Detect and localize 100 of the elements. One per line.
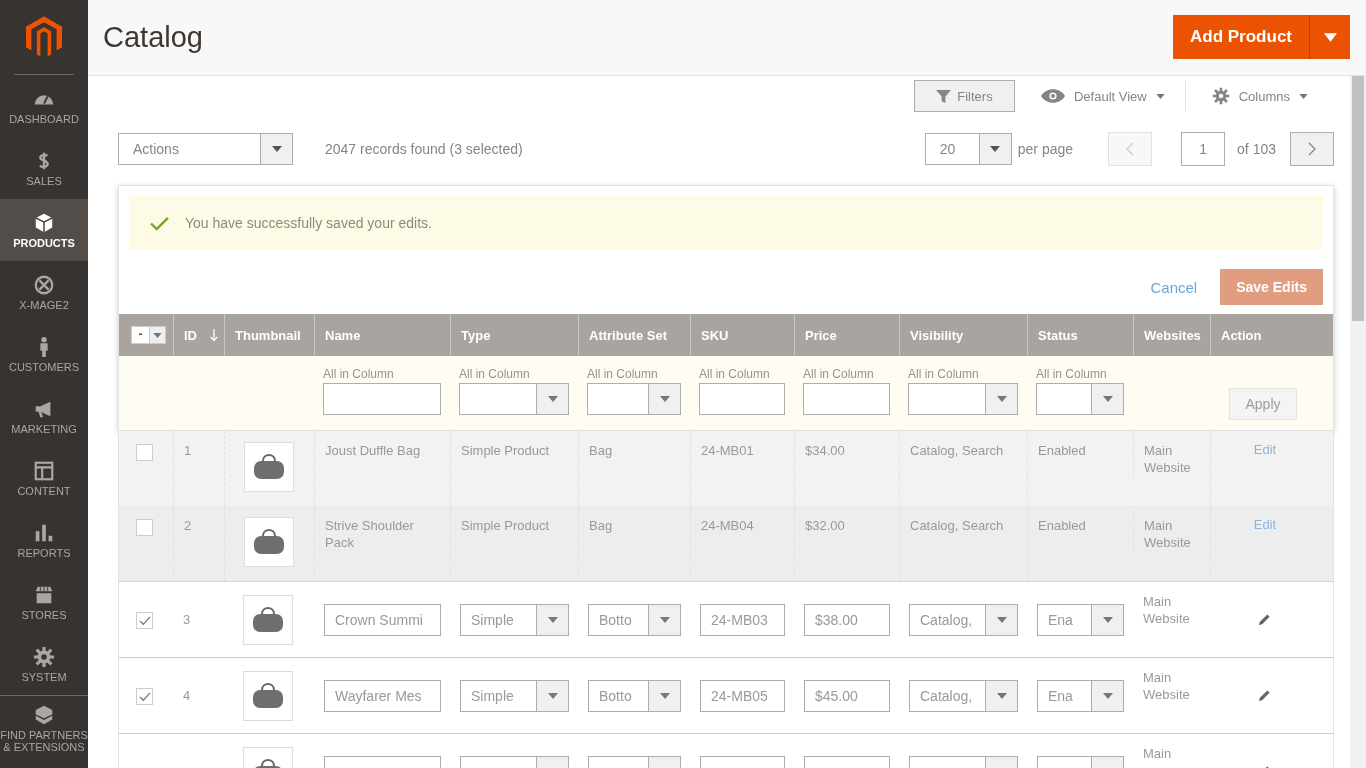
nav-item[interactable]: REPORTS <box>0 509 88 571</box>
inline-edit-field[interactable]: Wayfarer Mes <box>324 679 441 712</box>
filter-field[interactable] <box>323 383 441 415</box>
pencil-icon[interactable] <box>1258 613 1271 626</box>
filter-label: All in Column <box>908 367 980 381</box>
caret-icon <box>153 332 162 338</box>
nav-item[interactable]: PRODUCTS <box>0 199 88 261</box>
cancel-link[interactable]: Cancel <box>1150 278 1198 296</box>
table-cell: Catalog, Search <box>910 442 1004 459</box>
circle-x-icon <box>33 273 55 296</box>
column-header[interactable]: Action <box>1221 327 1262 343</box>
filter-select[interactable] <box>908 383 1018 415</box>
filters-button[interactable]: Filters <box>913 80 1015 112</box>
page-title: Catalog <box>103 21 204 54</box>
logo-icon[interactable] <box>26 16 62 58</box>
nav-item[interactable]: X-MAGE2 <box>0 261 88 323</box>
filter-field[interactable] <box>699 383 785 415</box>
inline-edit-select[interactable]: Catalog, <box>909 679 1018 712</box>
table-cell: Simple Product <box>461 517 550 534</box>
caret-icon <box>1155 93 1165 99</box>
column-header[interactable]: Type <box>461 327 491 343</box>
scrollbar[interactable] <box>1350 76 1366 768</box>
nav-item[interactable]: STORES <box>0 571 88 633</box>
inline-edit-select[interactable]: Botto <box>588 603 681 636</box>
add-product-button[interactable]: Add Product <box>1173 15 1309 59</box>
column-header[interactable]: Attribute Set <box>589 327 667 343</box>
inline-edit-select[interactable]: Ena <box>1037 603 1124 636</box>
caret-icon <box>1102 616 1113 623</box>
column-header[interactable]: Visibility <box>910 327 964 343</box>
table-cell: 24-MB01 <box>701 442 754 459</box>
next-page-button[interactable] <box>1290 132 1334 166</box>
inline-edit-select[interactable]: Simple <box>460 603 569 636</box>
filter-field[interactable] <box>803 383 890 415</box>
table-cell: Bag <box>589 517 613 534</box>
nav-item[interactable]: CONTENT <box>0 447 88 509</box>
inline-edit-field[interactable]: $38.00 <box>804 603 890 636</box>
actions-select[interactable]: Actions <box>118 133 293 165</box>
filter-select[interactable] <box>459 383 569 415</box>
view-switcher[interactable]: Default View <box>1028 88 1171 104</box>
row-checkbox[interactable] <box>136 519 153 536</box>
caret-icon <box>996 616 1007 623</box>
columns-menu[interactable]: Columns <box>1199 87 1314 105</box>
inline-edit-select[interactable]: Catalog, <box>909 603 1018 636</box>
nav-item[interactable]: MARKETING <box>0 385 88 447</box>
column-header[interactable]: Thumbnail <box>235 327 301 343</box>
edit-link[interactable]: Edit <box>1253 442 1277 457</box>
nav-item[interactable]: FIND PARTNERS & EXTENSIONS <box>0 695 88 760</box>
nav-item[interactable]: DASHBOARD <box>0 75 88 137</box>
inline-edit-field[interactable]: 24-MB05 <box>700 679 785 712</box>
mass-select-dropdown[interactable]: - <box>131 326 166 344</box>
edit-link[interactable]: Edit <box>1253 517 1277 532</box>
inline-edit-select[interactable]: Botto <box>588 679 681 712</box>
inline-edit-field[interactable]: 24-MB03 <box>700 603 785 636</box>
nav-item[interactable]: CUSTOMERS <box>0 323 88 385</box>
filter-label: All in Column <box>587 367 659 381</box>
caret-icon <box>659 396 670 402</box>
inline-edit-field[interactable]: $45.00 <box>804 679 890 712</box>
column-header[interactable]: Websites <box>1144 327 1201 343</box>
websites-cell-text: Main Website <box>1143 593 1191 627</box>
caret-icon <box>996 396 1007 402</box>
inline-edit-select[interactable]: Ena <box>1037 679 1124 712</box>
filter-select[interactable] <box>1036 383 1124 415</box>
layout-icon <box>33 459 55 482</box>
per-page-select[interactable]: 20 <box>924 133 1012 165</box>
pencil-icon[interactable] <box>1258 689 1271 702</box>
page-number-field[interactable]: 1 <box>1181 132 1226 166</box>
eye-icon <box>1040 89 1065 103</box>
id-cell: 4 <box>183 687 191 704</box>
nav-item[interactable]: SALES <box>0 137 88 199</box>
split-toggle-button[interactable] <box>1309 15 1350 59</box>
gear-icon <box>1211 87 1230 105</box>
records-count: 2047 records found (3 selected) <box>325 141 523 157</box>
filter-select[interactable] <box>587 383 681 415</box>
inline-edit-field[interactable]: Crown Summi <box>324 603 441 636</box>
inline-edit-select[interactable]: Simple <box>460 679 569 712</box>
chevron-left-icon <box>1126 142 1135 156</box>
caret-icon <box>1299 93 1308 99</box>
filter-label: All in Column <box>1036 367 1108 381</box>
column-header[interactable]: Status <box>1038 327 1078 343</box>
column-header[interactable]: Name <box>325 327 361 343</box>
per-page-label: per page <box>1017 141 1074 157</box>
table-cell: $34.00 <box>805 442 845 459</box>
column-header[interactable]: Price <box>805 327 837 343</box>
caret-icon <box>659 616 670 623</box>
table-cell: $32.00 <box>805 517 845 534</box>
check-icon <box>150 215 169 231</box>
websites-cell-text: Main Website <box>1144 517 1192 551</box>
caret-icon <box>659 692 670 699</box>
caret-icon <box>1102 692 1113 699</box>
row-checkbox[interactable] <box>136 612 153 629</box>
caret-icon <box>547 692 558 699</box>
save-edits-button[interactable]: Save Edits <box>1220 269 1323 305</box>
table-cell: Enabled <box>1038 517 1086 534</box>
row-checkbox[interactable] <box>136 688 153 705</box>
row-checkbox[interactable] <box>136 444 153 461</box>
column-header[interactable]: SKU <box>701 327 729 343</box>
nav-item[interactable]: SYSTEM <box>0 633 88 695</box>
sort-arrow-icon <box>210 328 218 342</box>
column-header[interactable]: ID <box>184 327 218 343</box>
table-cell: Bag <box>589 442 613 459</box>
